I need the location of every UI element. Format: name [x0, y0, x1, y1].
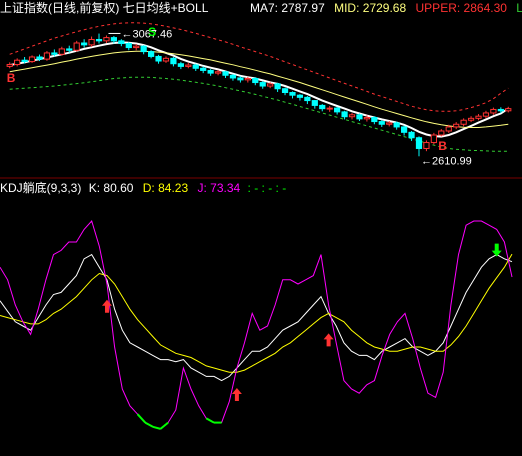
candle-body [147, 51, 155, 57]
candle-body [281, 88, 289, 94]
candle-body [244, 78, 251, 81]
candle-body [438, 130, 445, 136]
series-line-d [0, 253, 513, 373]
series-line-mid [9, 50, 509, 128]
candle-body [6, 64, 13, 67]
candle-body [259, 82, 266, 87]
series-line-upper [9, 22, 509, 112]
candle-body [66, 48, 73, 51]
candle-body [386, 122, 393, 125]
candle-body [51, 52, 58, 55]
kdj-chart [0, 220, 513, 430]
j-low-zone [159, 421, 169, 430]
candle-body [103, 37, 110, 42]
candle-body [133, 45, 140, 49]
candle-body [304, 96, 311, 102]
candle-body [445, 126, 452, 132]
candle-body [170, 57, 177, 65]
j-low-zone [152, 425, 161, 430]
candlestick-chart: ←3067.46 ←2610.99 S B B [6, 22, 512, 167]
candle-body [296, 94, 304, 98]
candle-body [289, 92, 296, 96]
candle-body [378, 121, 385, 125]
candle-body [28, 56, 36, 63]
candle-body [95, 38, 103, 42]
candle-body [415, 137, 423, 149]
candle-body [43, 52, 51, 60]
candle-body [267, 83, 274, 87]
candle-body [393, 122, 400, 128]
candle-body [81, 42, 88, 46]
candle-body [21, 59, 28, 63]
j-low-zone [205, 417, 215, 424]
candle-body [155, 55, 162, 62]
candle-body [348, 114, 356, 118]
candle-body [229, 74, 237, 79]
candle-body [475, 115, 482, 119]
signal-label: B [438, 139, 447, 153]
buy-arrow-icon [323, 333, 334, 347]
candle-body [162, 57, 170, 62]
buy-arrow-icon [231, 388, 242, 401]
series-line-j [0, 220, 513, 430]
candle-body [207, 69, 214, 74]
series-line-ma7 [9, 41, 509, 138]
candle-body [408, 131, 415, 139]
candle-body [505, 108, 512, 112]
candle-body [14, 59, 21, 66]
candle-body [88, 38, 95, 46]
sell-arrow-icon [491, 243, 502, 257]
j-low-zone [136, 413, 146, 424]
candle-body [497, 108, 504, 112]
candle-body [341, 111, 348, 118]
candle-body [356, 114, 363, 120]
candle-body [453, 123, 460, 128]
signal-label: B [7, 71, 16, 85]
candle-body [58, 48, 65, 55]
candle-body [326, 107, 333, 110]
candle-body [460, 119, 467, 125]
candle-body [237, 77, 244, 81]
candle-body [467, 117, 475, 121]
candle-body [140, 45, 147, 53]
candle-body [334, 107, 341, 113]
candle-body [192, 64, 199, 69]
candle-body [200, 67, 207, 71]
candle-body [400, 126, 408, 133]
candle-body [222, 71, 229, 76]
candle-body [371, 117, 378, 123]
candle-body [363, 117, 371, 120]
candle-body [252, 78, 259, 84]
candle-body [274, 83, 281, 90]
candle-body [482, 112, 490, 117]
j-low-zone [144, 421, 154, 428]
chart-canvas: ←3067.46 ←2610.99 S B B [0, 22, 522, 430]
candle-body [185, 64, 192, 67]
signal-label: S [148, 25, 156, 39]
candle-body [118, 40, 125, 45]
candle-body [490, 108, 497, 114]
high-label: ←3067.46 [121, 28, 172, 40]
candle-body [177, 63, 184, 67]
candle-body [423, 142, 430, 149]
candle-body [430, 134, 437, 144]
low-label: ←2610.99 [421, 155, 472, 167]
candle-body [311, 100, 318, 106]
candle-body [36, 56, 43, 60]
candle-body [110, 37, 118, 42]
series-line-k [0, 253, 513, 382]
candle-body [125, 43, 132, 49]
candle-body [319, 104, 326, 110]
candle-body [214, 71, 222, 74]
candle-body [73, 42, 80, 51]
